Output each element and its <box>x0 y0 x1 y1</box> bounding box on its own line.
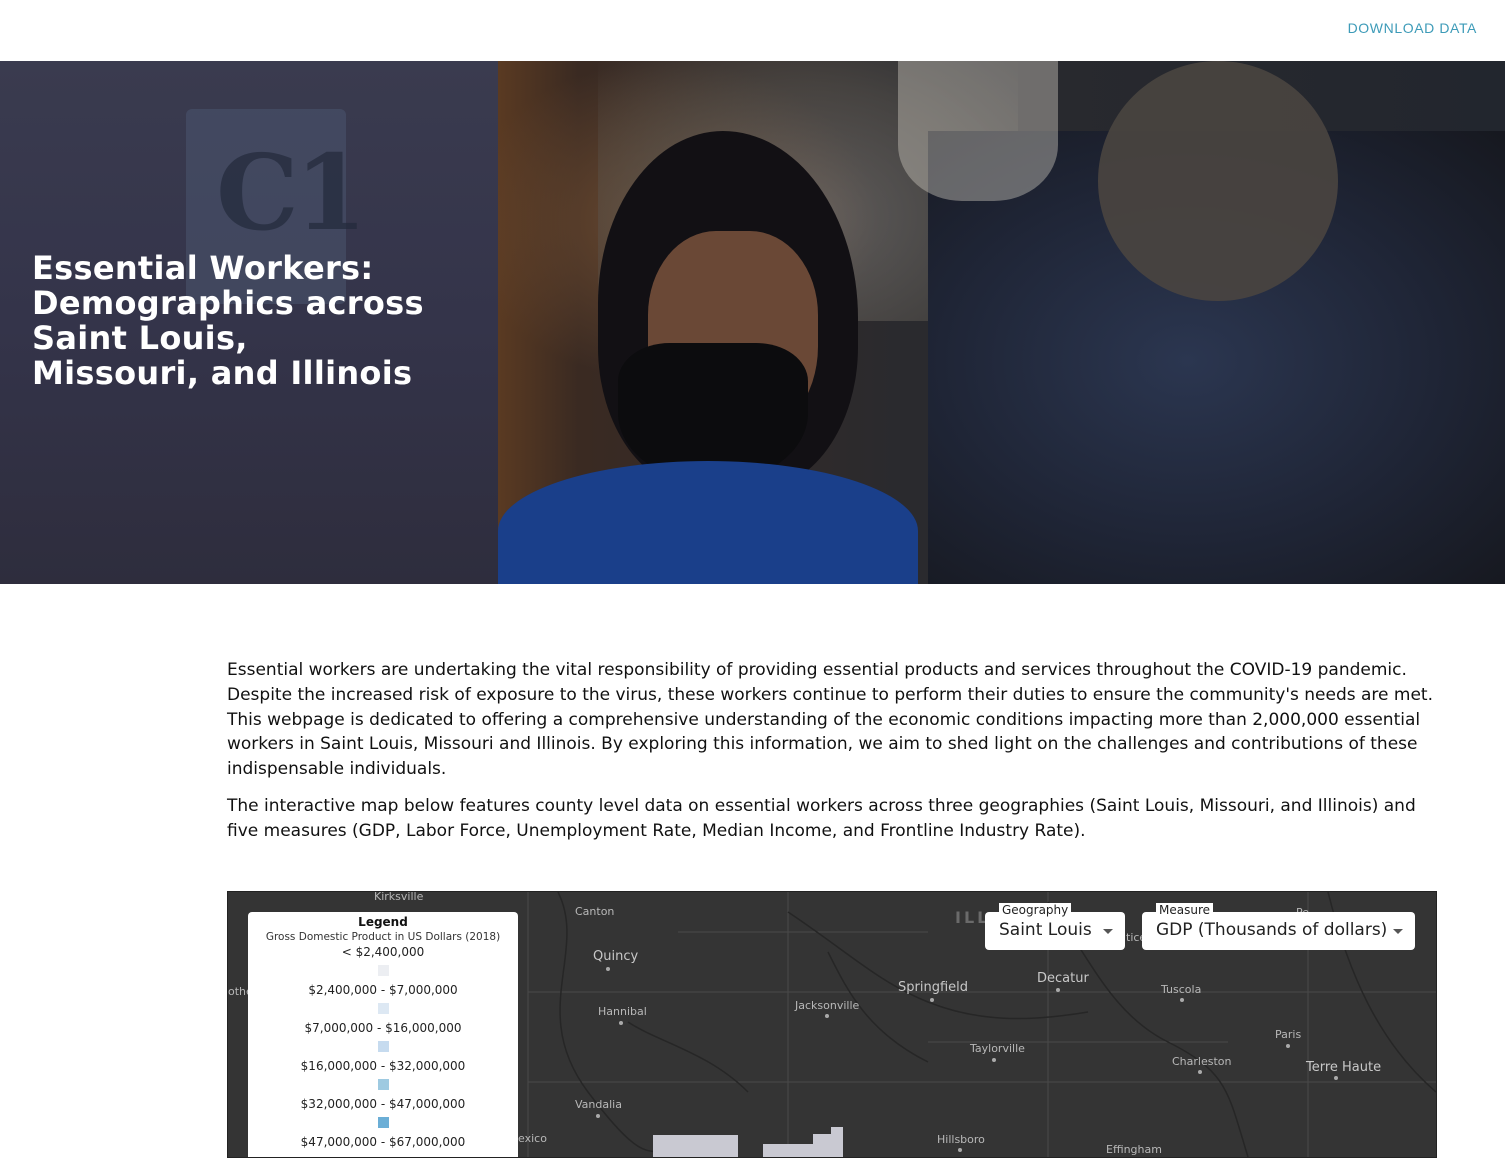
place-label: Kirksville <box>374 891 424 903</box>
place-label: Terre Haute <box>1306 1060 1382 1075</box>
place-dot <box>825 1014 829 1018</box>
legend-item: < $2,400,000 <box>248 943 518 976</box>
intro-paragraph: The interactive map below features count… <box>227 795 1416 841</box>
legend-title: Legend <box>358 915 408 929</box>
geography-select-label: Geography <box>999 903 1072 917</box>
legend-item: $7,000,000 - $16,000,000 <box>248 1019 518 1052</box>
intro-paragraph: Essential workers are undertaking the vi… <box>227 660 1433 780</box>
legend-swatch <box>377 1003 389 1014</box>
chevron-down-icon[interactable] <box>1103 929 1113 934</box>
county-shape[interactable] <box>763 1144 813 1157</box>
hero-photo <box>498 61 1505 584</box>
hero-logo-text: C1 <box>216 131 367 254</box>
place-label: Taylorville <box>970 1042 1025 1055</box>
place-dot <box>958 1148 962 1152</box>
intro-text: Essential workers are undertaking the vi… <box>227 658 1437 856</box>
place-dot <box>1180 998 1184 1002</box>
place-label: Jacksonville <box>795 999 860 1012</box>
geography-select-value[interactable]: Saint Louis <box>999 920 1092 940</box>
place-label: Decatur <box>1037 971 1089 986</box>
legend-subtitle: Gross Domestic Product in US Dollars (20… <box>265 931 501 943</box>
place-dot <box>619 1021 623 1025</box>
county-shape[interactable] <box>813 1134 831 1157</box>
download-data-link[interactable]: DOWNLOAD DATA <box>1348 20 1477 36</box>
legend-item: $16,000,000 - $32,000,000 <box>248 1057 518 1090</box>
measure-select-label: Measure <box>1156 903 1213 917</box>
place-label: Charleston <box>1172 1055 1232 1068</box>
county-shape[interactable] <box>831 1127 843 1157</box>
legend-item: $2,400,000 - $7,000,000 <box>248 981 518 1014</box>
place-dot <box>1198 1070 1202 1074</box>
measure-select[interactable]: Measure GDP (Thousands of dollars) <box>1142 903 1415 950</box>
place-label: Paris <box>1275 1028 1302 1041</box>
place-dot <box>930 998 934 1002</box>
legend-bins: < $2,400,000 $2,400,000 - $7,000,000 $7,00… <box>248 943 518 1151</box>
legend-item-label: $32,000,000 - $47,000,000 <box>300 1097 466 1111</box>
place-label: Vandalia <box>575 1098 622 1111</box>
place-label: Hillsboro <box>937 1133 985 1146</box>
title-line: Missouri, and Illinois <box>32 354 413 392</box>
photo-blue-scrubs <box>498 461 918 584</box>
legend-item-label: $2,400,000 - $7,000,000 <box>308 983 458 997</box>
legend-item-label: $47,000,000 - $67,000,000 <box>300 1135 466 1149</box>
map-legend: Legend Gross Domestic Product in US Doll… <box>248 912 518 1157</box>
legend-swatch <box>377 1079 389 1090</box>
place-dot <box>1286 1044 1290 1048</box>
place-label: exico <box>518 1132 547 1145</box>
place-dot <box>1056 988 1060 992</box>
title-line: Essential Workers: <box>32 249 374 287</box>
legend-item-label: < $2,400,000 <box>341 945 425 959</box>
photo-worker-head <box>1098 61 1338 301</box>
place-dot <box>1334 1076 1338 1080</box>
place-label: Effingham <box>1106 1143 1162 1156</box>
hero-banner: C1 Essential Workers: Demographics acros… <box>0 61 1505 584</box>
chevron-down-icon[interactable] <box>1393 929 1403 934</box>
county-shape[interactable] <box>653 1135 738 1157</box>
place-dot <box>596 1114 600 1118</box>
top-nav-bar: DOWNLOAD DATA <box>0 0 1505 61</box>
place-label: Tuscola <box>1161 983 1202 996</box>
legend-item-label: $16,000,000 - $32,000,000 <box>300 1059 466 1073</box>
legend-item: $47,000,000 - $67,000,000 <box>248 1133 518 1151</box>
geography-select[interactable]: Geography Saint Louis <box>985 903 1125 950</box>
place-label: Springfield <box>898 980 969 995</box>
page-title: Essential Workers: Demographics across S… <box>32 251 462 391</box>
photo-surgical-cap <box>898 61 1058 201</box>
measure-select-value[interactable]: GDP (Thousands of dollars) <box>1156 920 1387 940</box>
legend-swatch <box>377 965 389 976</box>
legend-swatch <box>377 1041 389 1052</box>
place-label: Canton <box>575 905 615 918</box>
title-line: Demographics across <box>32 284 424 322</box>
place-dot <box>992 1058 996 1062</box>
legend-item-label: $7,000,000 - $16,000,000 <box>304 1021 462 1035</box>
legend-swatch <box>377 1117 389 1128</box>
interactive-map[interactable]: Kirksville othe exico Canton Quincy Hann… <box>227 891 1437 1158</box>
place-label: Hannibal <box>598 1005 647 1018</box>
place-dot <box>606 967 610 971</box>
place-label: Quincy <box>593 949 639 964</box>
legend-item: $32,000,000 - $47,000,000 <box>248 1095 518 1128</box>
title-line: Saint Louis, <box>32 319 248 357</box>
